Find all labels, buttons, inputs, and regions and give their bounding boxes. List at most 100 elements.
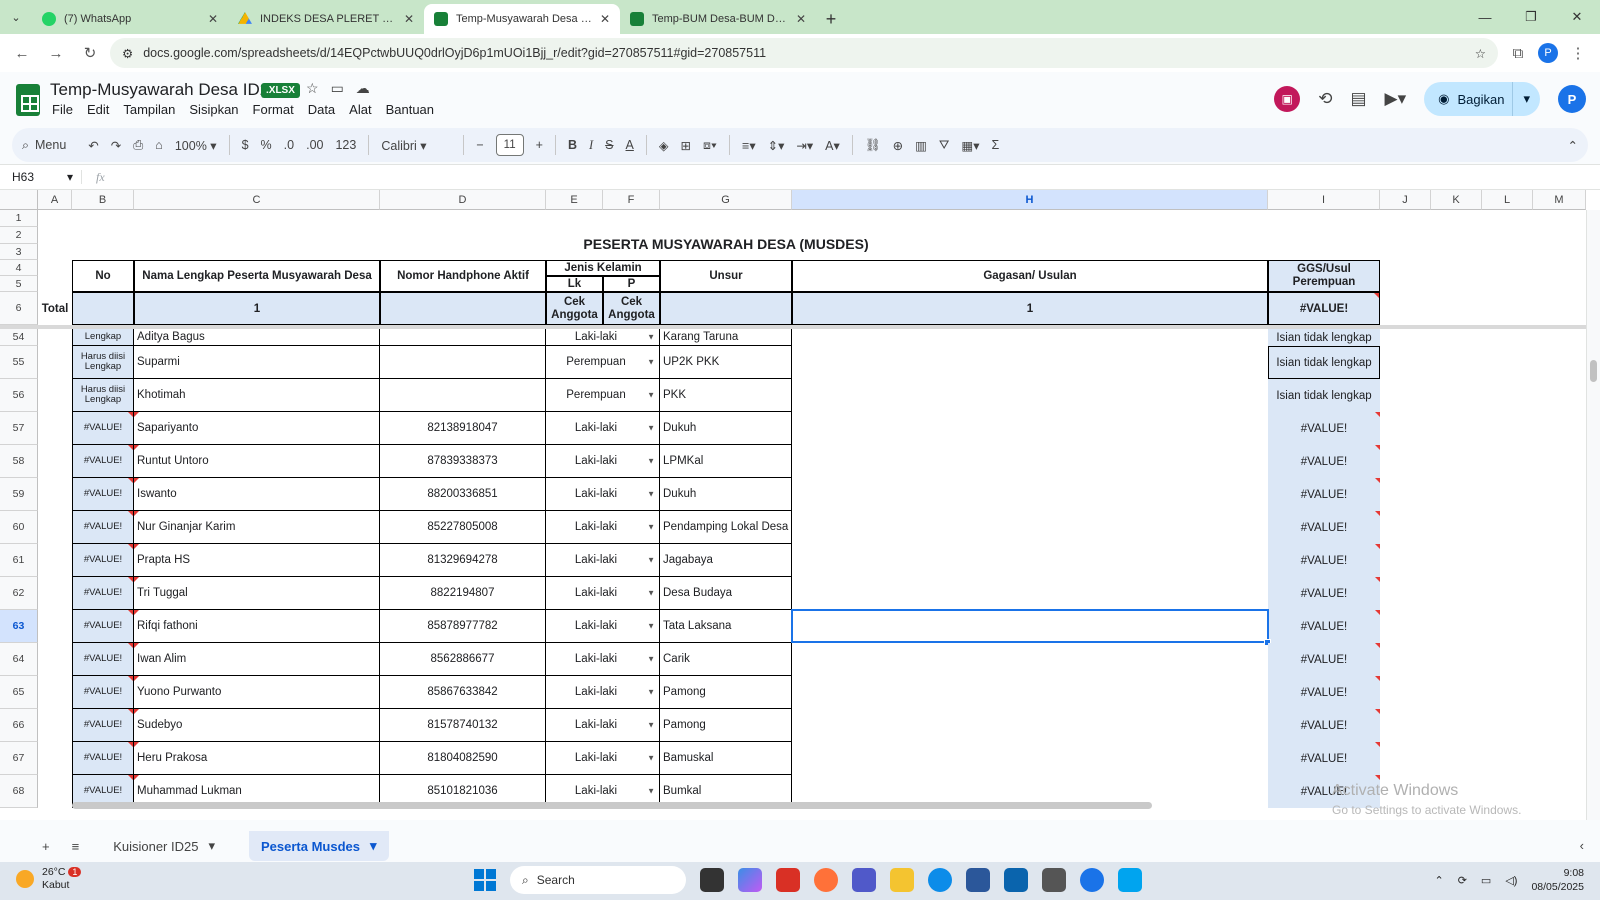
jenis-kelamin-dropdown[interactable]: Perempuan ▼ — [546, 379, 660, 412]
row-header[interactable]: 1 — [0, 210, 38, 227]
ggs-perempuan-cell[interactable]: #VALUE! — [1268, 511, 1380, 544]
column-header-g[interactable]: G — [660, 190, 792, 210]
vertical-scrollbar[interactable] — [1586, 210, 1600, 820]
browser-tab-indeks[interactable]: INDEKS DESA PLERET 2025 - Go ✕ — [228, 4, 424, 34]
row-status-cell[interactable]: #VALUE! — [72, 742, 134, 775]
restore-icon[interactable]: ❐ — [1508, 0, 1554, 34]
ggs-perempuan-cell[interactable]: #VALUE! — [1268, 544, 1380, 577]
ggs-perempuan-cell[interactable]: #VALUE! — [1268, 610, 1380, 643]
browser-menu-icon[interactable]: ⋮ — [1564, 39, 1592, 67]
hp-cell[interactable]: 81578740132 — [380, 709, 546, 742]
column-header-e[interactable]: E — [546, 190, 603, 210]
jenis-kelamin-dropdown[interactable]: Laki-laki ▼ — [546, 610, 660, 643]
row-status-cell[interactable]: #VALUE! — [72, 709, 134, 742]
italic-icon[interactable]: I — [589, 138, 593, 153]
office-icon[interactable] — [776, 868, 800, 892]
total-hp-cell[interactable] — [380, 292, 546, 325]
jenis-kelamin-dropdown[interactable]: Laki-laki ▼ — [546, 329, 660, 346]
paint-format-icon[interactable]: ⌂ — [155, 138, 163, 152]
document-title[interactable]: Temp-Musyawarah Desa ID25 — [50, 80, 279, 100]
sheets-logo-icon[interactable] — [16, 84, 40, 116]
nama-cell[interactable]: Sapariyanto — [134, 412, 380, 445]
row-header[interactable]: 67 — [0, 742, 38, 775]
gagasan-cell[interactable] — [792, 329, 1268, 346]
jenis-kelamin-dropdown[interactable]: Laki-laki ▼ — [546, 478, 660, 511]
horizontal-scrollbar[interactable] — [72, 802, 1152, 809]
collapse-toolbar-icon[interactable]: ⌃ — [1568, 138, 1578, 153]
unsur-cell[interactable]: Jagabaya — [660, 544, 792, 577]
clock[interactable]: 9:08 08/05/2025 — [1531, 866, 1584, 894]
row-header[interactable]: 62 — [0, 577, 38, 610]
dropdown-arrow-icon[interactable]: ▼ — [647, 358, 655, 367]
file-explorer-icon[interactable] — [890, 868, 914, 892]
gagasan-cell[interactable] — [792, 676, 1268, 709]
jenis-kelamin-dropdown[interactable]: Laki-laki ▼ — [546, 544, 660, 577]
font-size-input[interactable]: 11 — [495, 134, 524, 156]
column-header-m[interactable]: M — [1533, 190, 1586, 210]
column-header-l[interactable]: L — [1482, 190, 1533, 210]
unsur-cell[interactable]: Carik — [660, 643, 792, 676]
select-all-corner[interactable] — [0, 190, 38, 210]
menu-bantuan[interactable]: Bantuan — [386, 102, 434, 117]
column-header-c[interactable]: C — [134, 190, 380, 210]
row-header[interactable]: 63 — [0, 610, 38, 643]
dropdown-arrow-icon[interactable]: ▼ — [647, 787, 655, 796]
insert-link-icon[interactable]: ⛓ — [865, 138, 881, 153]
close-icon[interactable]: ✕ — [796, 12, 806, 26]
name-box[interactable]: H63 ▾ — [0, 170, 82, 184]
site-info-icon[interactable]: ⚙ — [122, 46, 133, 61]
column-header-i[interactable]: I — [1268, 190, 1380, 210]
nama-cell[interactable]: Nur Ginanjar Karim — [134, 511, 380, 544]
extensions-icon[interactable]: ⧉ — [1504, 39, 1532, 67]
whiteboard-icon[interactable] — [1118, 868, 1142, 892]
reload-icon[interactable]: ↻ — [76, 39, 104, 67]
hp-cell[interactable]: 85878977782 — [380, 610, 546, 643]
horizontal-align-icon[interactable]: ≡▾ — [742, 138, 756, 153]
ggs-perempuan-cell[interactable]: #VALUE! — [1268, 445, 1380, 478]
row-header[interactable]: 6 — [0, 292, 38, 325]
jenis-kelamin-dropdown[interactable]: Laki-laki ▼ — [546, 709, 660, 742]
row-header[interactable]: 55 — [0, 346, 38, 379]
nama-cell[interactable]: Prapta HS — [134, 544, 380, 577]
total-no-cell[interactable] — [72, 292, 134, 325]
minimize-icon[interactable]: — — [1462, 0, 1508, 34]
ggs-perempuan-cell[interactable]: #VALUE! — [1268, 577, 1380, 610]
hp-cell[interactable]: 81329694278 — [380, 544, 546, 577]
gagasan-cell[interactable] — [792, 511, 1268, 544]
dropdown-arrow-icon[interactable]: ▼ — [647, 589, 655, 598]
ggs-perempuan-cell[interactable]: Isian tidak lengkap — [1268, 346, 1380, 379]
hp-cell[interactable]: 85867633842 — [380, 676, 546, 709]
unsur-cell[interactable]: Dukuh — [660, 412, 792, 445]
dropdown-arrow-icon[interactable]: ▼ — [647, 556, 655, 565]
share-dropdown-icon[interactable]: ▾ — [1512, 82, 1540, 116]
gagasan-cell[interactable] — [792, 643, 1268, 676]
cloud-status-icon[interactable]: ☁ — [356, 80, 370, 97]
ggs-perempuan-cell[interactable]: #VALUE! — [1268, 709, 1380, 742]
menu-edit[interactable]: Edit — [87, 102, 109, 117]
task-view-icon[interactable] — [700, 868, 724, 892]
chevron-down-icon[interactable]: ▾ — [370, 838, 377, 854]
gagasan-cell[interactable] — [792, 478, 1268, 511]
edge-icon[interactable] — [928, 868, 952, 892]
unsur-cell[interactable]: Dukuh — [660, 478, 792, 511]
increase-decimal-button[interactable]: .00 — [306, 138, 323, 152]
total-unsur-cell[interactable] — [660, 292, 792, 325]
hp-cell[interactable]: 81804082590 — [380, 742, 546, 775]
nama-cell[interactable]: Aditya Bagus — [134, 329, 380, 346]
unsur-cell[interactable]: LPMKal — [660, 445, 792, 478]
menu-sisipkan[interactable]: Sisipkan — [189, 102, 238, 117]
new-tab-button[interactable]: + — [816, 4, 846, 34]
display-icon[interactable]: ▭ — [1481, 874, 1491, 887]
taskbar-search[interactable]: ⌕ Search — [510, 866, 686, 894]
hp-cell[interactable]: 85227805008 — [380, 511, 546, 544]
unsur-cell[interactable]: UP2K PKK — [660, 346, 792, 379]
column-header-d[interactable]: D — [380, 190, 546, 210]
dropdown-arrow-icon[interactable]: ▼ — [647, 424, 655, 433]
dropdown-arrow-icon[interactable]: ▼ — [647, 490, 655, 499]
row-header[interactable]: 60 — [0, 511, 38, 544]
comments-icon[interactable]: ▤ — [1350, 89, 1366, 109]
unsur-cell[interactable]: Tata Laksana — [660, 610, 792, 643]
dropdown-arrow-icon[interactable]: ▼ — [647, 721, 655, 730]
jenis-kelamin-dropdown[interactable]: Laki-laki ▼ — [546, 742, 660, 775]
ggs-perempuan-cell[interactable]: #VALUE! — [1268, 742, 1380, 775]
